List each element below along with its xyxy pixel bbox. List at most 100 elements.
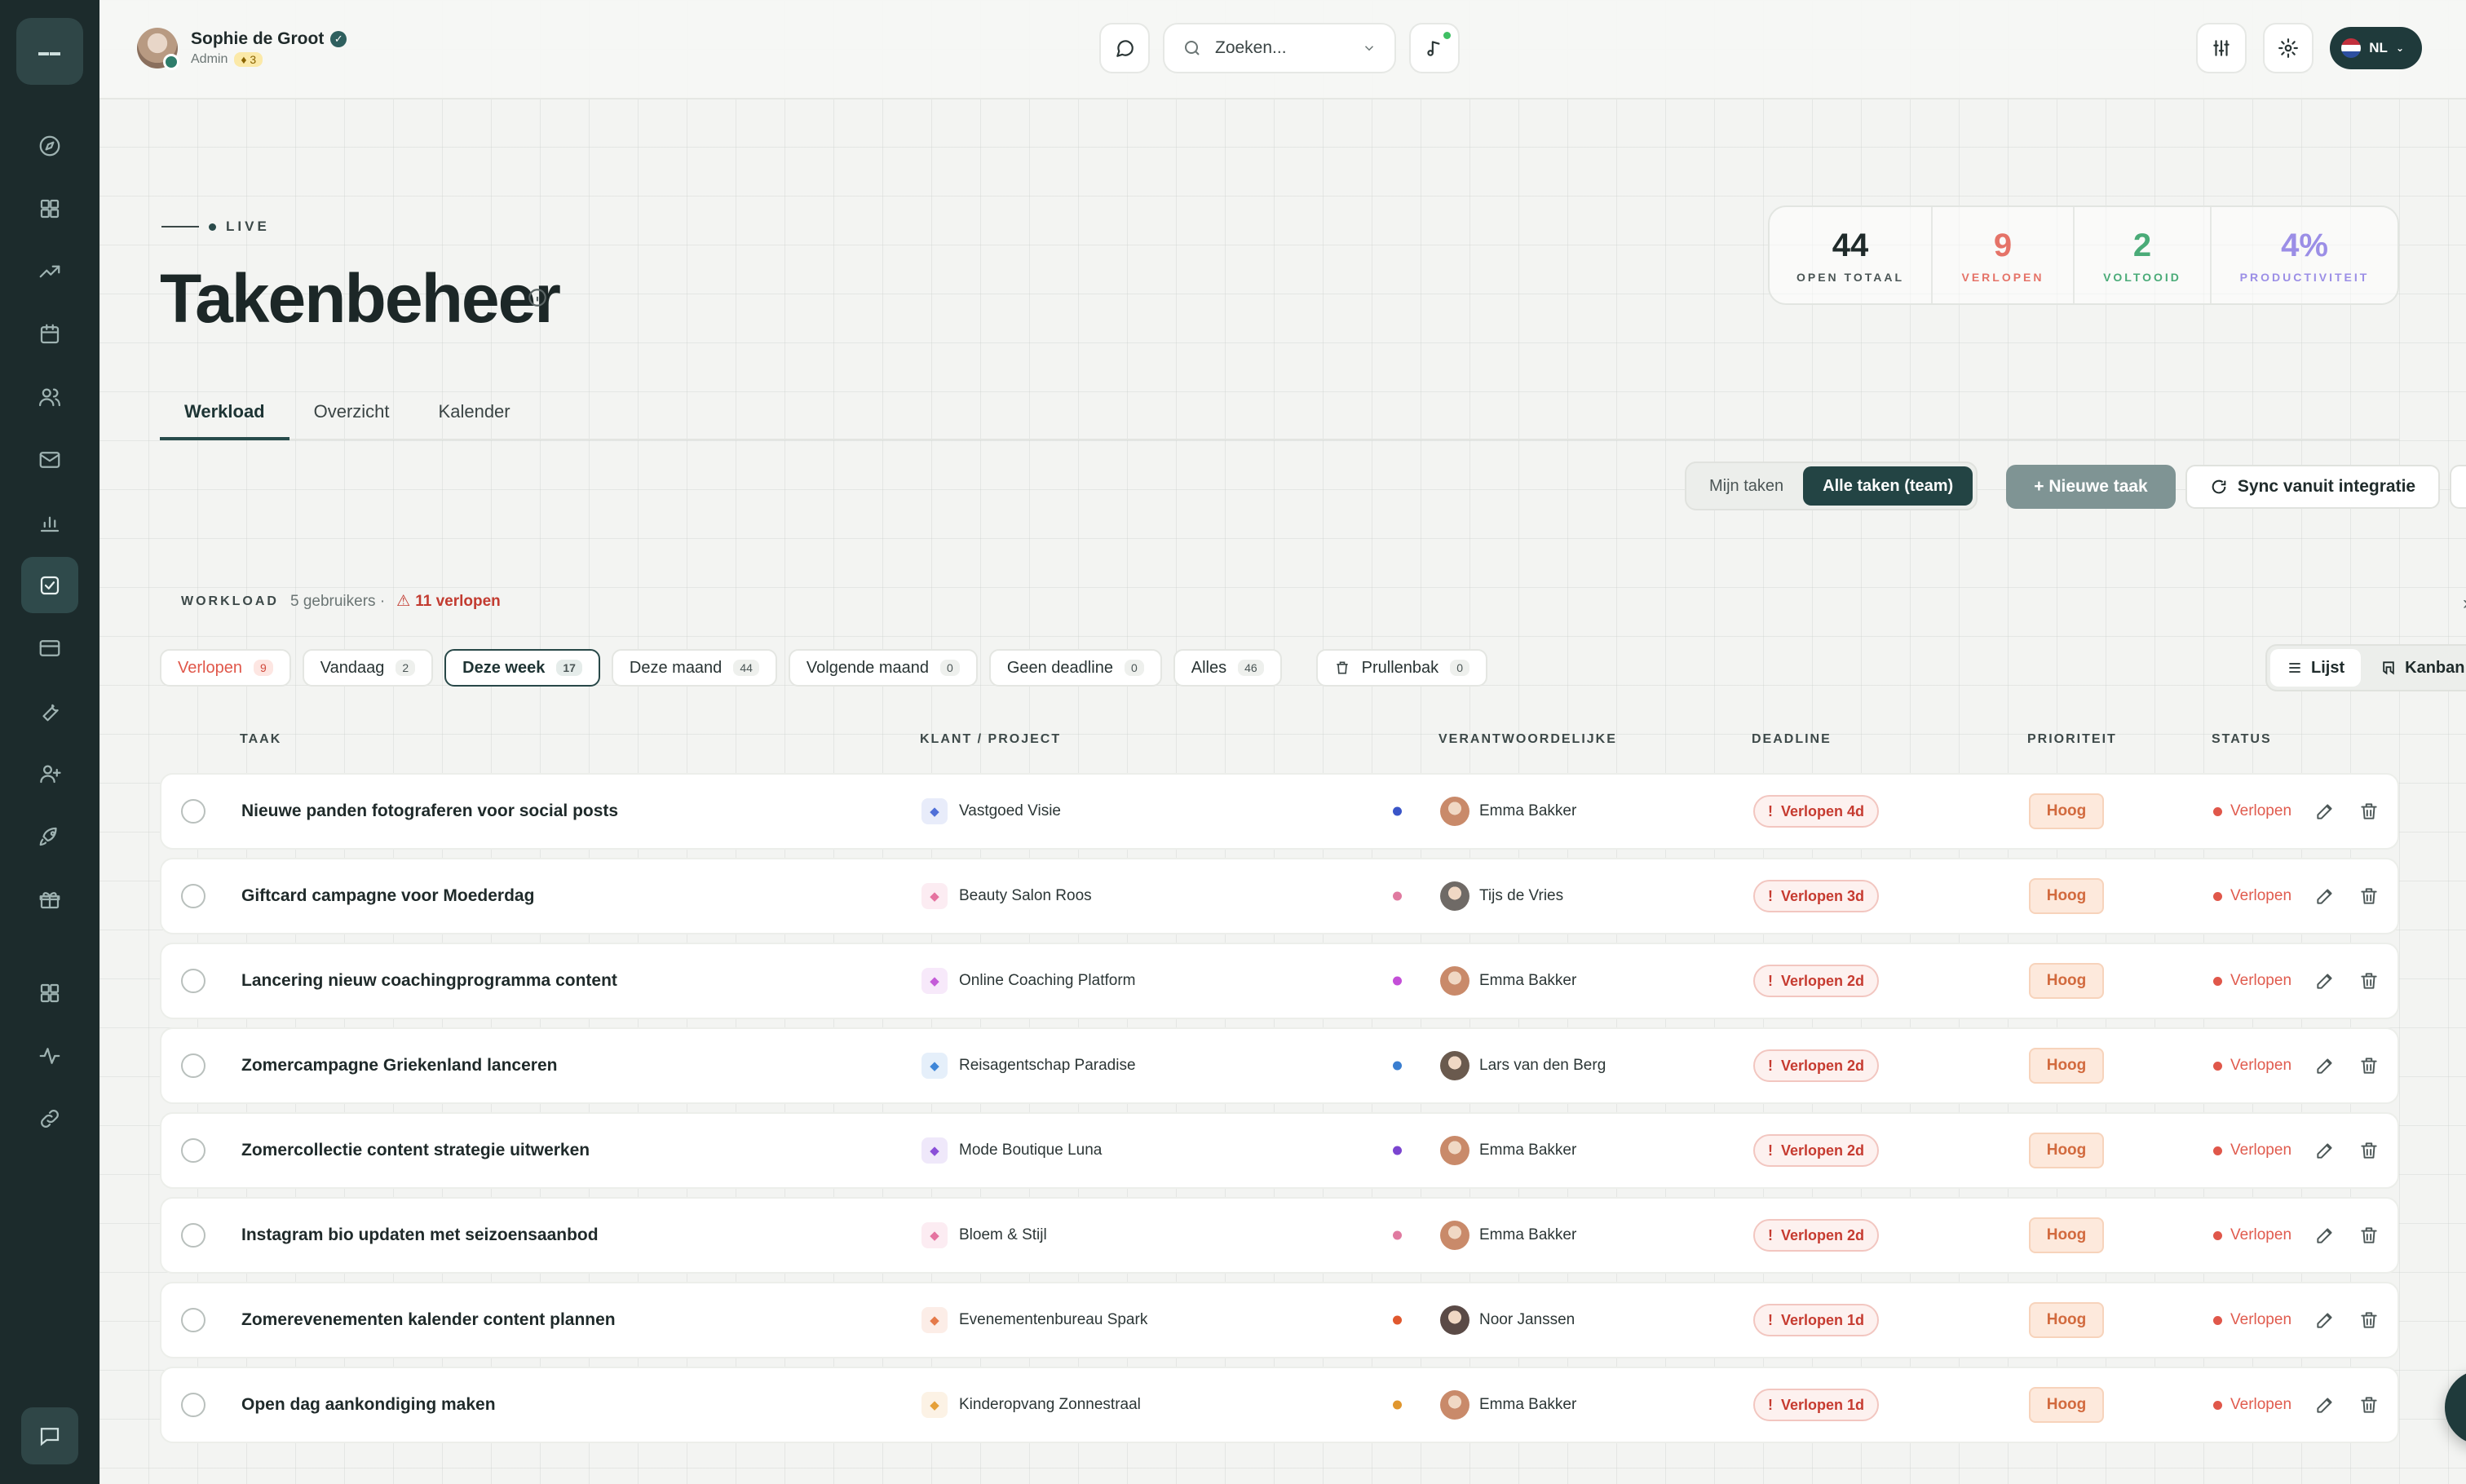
client-project[interactable]: ◆ Vastgoed Visie bbox=[921, 798, 1061, 824]
delete-task-button[interactable] bbox=[2358, 1310, 2380, 1331]
delete-task-button[interactable] bbox=[2358, 801, 2380, 822]
sidebar-item-tools[interactable] bbox=[21, 682, 78, 739]
table-row[interactable]: Zomercampagne Griekenland lanceren ◆ Rei… bbox=[160, 1027, 2399, 1104]
task-checkbox[interactable] bbox=[181, 799, 206, 824]
sidebar-item-mail[interactable] bbox=[21, 431, 78, 488]
new-task-button[interactable]: + Nieuwe taak bbox=[2006, 465, 2176, 509]
table-row[interactable]: Lancering nieuw coachingprogramma conten… bbox=[160, 943, 2399, 1019]
table-row[interactable]: Giftcard campagne voor Moederdag ◆ Beaut… bbox=[160, 858, 2399, 934]
task-checkbox[interactable] bbox=[181, 1393, 206, 1417]
messages-button[interactable] bbox=[1099, 23, 1150, 73]
delete-task-button[interactable] bbox=[2358, 1140, 2380, 1161]
filter-volgende-maand[interactable]: Volgende maand 0 bbox=[788, 649, 978, 687]
client-project[interactable]: ◆ Beauty Salon Roos bbox=[921, 883, 1092, 909]
client-project[interactable]: ◆ Kinderopvang Zonnestraal bbox=[921, 1392, 1141, 1418]
filter-verlopen[interactable]: Verlopen 9 bbox=[160, 649, 291, 687]
task-owner[interactable]: Emma Bakker bbox=[1440, 966, 1576, 996]
task-owner[interactable]: Emma Bakker bbox=[1440, 1390, 1576, 1420]
search-input[interactable]: Zoeken... bbox=[1163, 23, 1396, 73]
filter-prullenbak[interactable]: Prullenbak 0 bbox=[1315, 649, 1487, 687]
sidebar-item-launch[interactable] bbox=[21, 808, 78, 864]
sidebar-item-analytics[interactable] bbox=[21, 243, 78, 299]
sidebar-item-activity[interactable] bbox=[21, 1027, 78, 1084]
tab-werkload[interactable]: Werkload bbox=[160, 391, 289, 440]
delete-task-button[interactable] bbox=[2358, 970, 2380, 992]
filter-alles[interactable]: Alles 46 bbox=[1173, 649, 1282, 687]
sync-integration-button[interactable]: Sync vanuit integratie bbox=[2185, 465, 2440, 509]
chat-fab-button[interactable] bbox=[2445, 1370, 2466, 1445]
task-checkbox[interactable] bbox=[181, 884, 206, 908]
filter-vandaag[interactable]: Vandaag 2 bbox=[302, 649, 434, 687]
edit-task-button[interactable] bbox=[2314, 1394, 2336, 1416]
client-project[interactable]: ◆ Bloem & Stijl bbox=[921, 1222, 1047, 1248]
edit-task-button[interactable] bbox=[2314, 1055, 2336, 1076]
table-row[interactable]: Instagram bio updaten met seizoensaanbod… bbox=[160, 1197, 2399, 1274]
task-owner[interactable]: Emma Bakker bbox=[1440, 797, 1576, 826]
sidebar-item-add-user[interactable] bbox=[21, 745, 78, 802]
sidebar-item-apps[interactable] bbox=[21, 965, 78, 1021]
edit-task-button[interactable] bbox=[2314, 970, 2336, 992]
user-profile[interactable]: Sophie de Groot ✓ Admin ♦ 3 bbox=[137, 28, 347, 70]
task-owner[interactable]: Tijs de Vries bbox=[1440, 881, 1563, 911]
client-project[interactable]: ◆ Evenementenbureau Spark bbox=[921, 1307, 1147, 1333]
task-checkbox[interactable] bbox=[181, 1223, 206, 1248]
my-tasks-button[interactable]: Mijn taken bbox=[1690, 466, 1803, 506]
tab-overzicht[interactable]: Overzicht bbox=[289, 391, 414, 440]
delete-task-button[interactable] bbox=[2358, 1055, 2380, 1076]
task-checkbox[interactable] bbox=[181, 1138, 206, 1163]
sidebar-item-rewards[interactable] bbox=[21, 871, 78, 927]
app-logo[interactable]: ▬▬ bbox=[16, 18, 83, 85]
task-checkbox[interactable] bbox=[181, 1053, 206, 1078]
sidebar-item-links[interactable] bbox=[21, 1090, 78, 1146]
stat-value: 2 bbox=[2132, 227, 2152, 263]
filter-geen-deadline[interactable]: Geen deadline 0 bbox=[988, 649, 1162, 687]
all-tasks-button[interactable]: Alle taken (team) bbox=[1803, 466, 1973, 506]
sidebar-item-team[interactable] bbox=[21, 369, 78, 425]
language-selector[interactable]: NL ⌄ bbox=[2330, 27, 2422, 69]
delete-task-button[interactable] bbox=[2358, 886, 2380, 907]
stat-value: 4% bbox=[2281, 227, 2328, 263]
more-options-button[interactable]: ⋮ bbox=[2450, 465, 2466, 509]
edit-task-button[interactable] bbox=[2314, 886, 2336, 907]
client-name: Vastgoed Visie bbox=[959, 802, 1061, 819]
task-owner[interactable]: Lars van den Berg bbox=[1440, 1051, 1606, 1080]
sidebar-item-dashboard[interactable] bbox=[21, 180, 78, 236]
project-color-dot bbox=[1393, 891, 1402, 901]
edit-task-button[interactable] bbox=[2314, 1310, 2336, 1331]
edit-task-button[interactable] bbox=[2314, 801, 2336, 822]
task-owner[interactable]: Emma Bakker bbox=[1440, 1136, 1576, 1165]
list-view-button[interactable]: Lijst bbox=[2270, 649, 2362, 687]
table-row[interactable]: Zomerevenementen kalender content planne… bbox=[160, 1282, 2399, 1358]
compass-icon bbox=[39, 135, 60, 156]
table-row[interactable]: Nieuwe panden fotograferen voor social p… bbox=[160, 773, 2399, 850]
settings-button[interactable] bbox=[2263, 23, 2314, 73]
filter-deze-maand[interactable]: Deze maand 44 bbox=[611, 649, 777, 687]
rocket-icon bbox=[39, 827, 57, 846]
task-checkbox[interactable] bbox=[181, 1308, 206, 1332]
sidebar-item-tasks[interactable] bbox=[21, 557, 78, 613]
sidebar-chat-button[interactable] bbox=[21, 1407, 78, 1464]
kanban-view-button[interactable]: Kanban bbox=[2364, 649, 2466, 687]
sidebar-item-billing[interactable] bbox=[21, 620, 78, 676]
sidebar-item-discover[interactable] bbox=[21, 117, 78, 174]
delete-task-button[interactable] bbox=[2358, 1394, 2380, 1416]
task-checkbox[interactable] bbox=[181, 969, 206, 993]
edit-task-button[interactable] bbox=[2314, 1140, 2336, 1161]
client-project[interactable]: ◆ Online Coaching Platform bbox=[921, 968, 1136, 994]
task-owner[interactable]: Noor Janssen bbox=[1440, 1305, 1575, 1335]
task-owner[interactable]: Emma Bakker bbox=[1440, 1221, 1576, 1250]
music-button[interactable] bbox=[1409, 23, 1460, 73]
workload-expand-icon[interactable]: › bbox=[2463, 592, 2466, 615]
table-row[interactable]: Zomercollectie content strategie uitwerk… bbox=[160, 1112, 2399, 1189]
client-project[interactable]: ◆ Mode Boutique Luna bbox=[921, 1137, 1102, 1164]
title-info-button[interactable] bbox=[527, 287, 548, 308]
filter-deze-week[interactable]: Deze week 17 bbox=[444, 649, 600, 687]
edit-task-button[interactable] bbox=[2314, 1225, 2336, 1246]
table-row[interactable]: Open dag aankondiging maken ◆ Kinderopva… bbox=[160, 1367, 2399, 1443]
sidebar-item-reports[interactable] bbox=[21, 494, 78, 550]
tab-kalender[interactable]: Kalender bbox=[414, 391, 535, 440]
sidebar-item-calendar[interactable] bbox=[21, 306, 78, 362]
filters-button[interactable] bbox=[2196, 23, 2247, 73]
delete-task-button[interactable] bbox=[2358, 1225, 2380, 1246]
client-project[interactable]: ◆ Reisagentschap Paradise bbox=[921, 1053, 1136, 1079]
